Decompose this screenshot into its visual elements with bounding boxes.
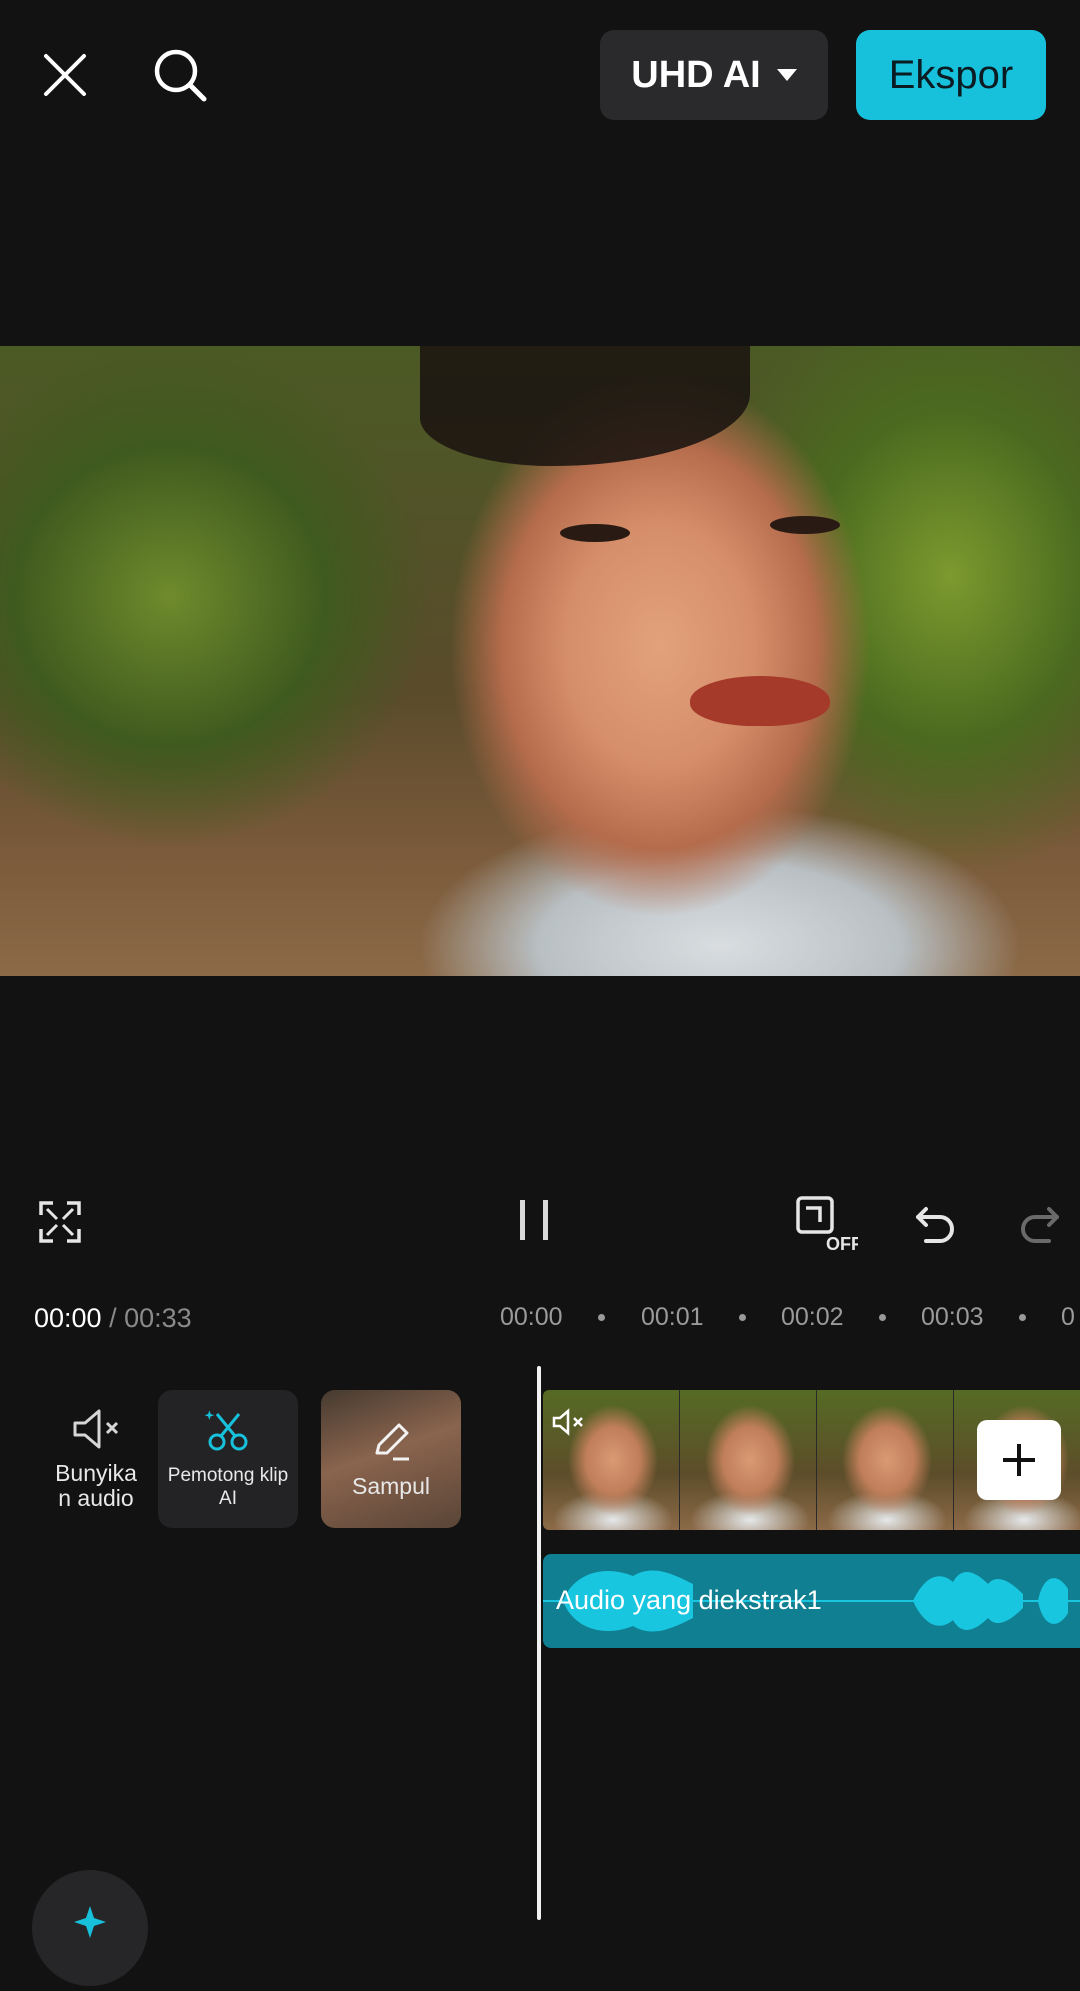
redo-icon <box>1021 1207 1059 1243</box>
quality-label: UHD AI <box>631 53 761 96</box>
preview-subject-hair <box>420 346 750 466</box>
fullscreen-icon <box>39 1201 81 1243</box>
ruler-tick: 00:03 <box>921 1303 984 1331</box>
preview-subject-mouth <box>690 676 830 726</box>
quality-dropdown[interactable]: UHD AI <box>600 30 828 120</box>
keyframe-off-label: OFF <box>826 1234 858 1254</box>
clip-muted-icon <box>552 1408 586 1441</box>
cover-button[interactable]: Sampul <box>321 1390 461 1528</box>
clip-thumbnail <box>680 1390 817 1530</box>
pause-icon <box>520 1200 525 1240</box>
pause-icon <box>543 1200 548 1240</box>
unmute-label-line1: Bunyika <box>55 1460 137 1486</box>
redo-button[interactable] <box>1010 1192 1070 1252</box>
ruler-dot <box>879 1314 886 1321</box>
ruler-tick: 00:00 <box>500 1303 563 1331</box>
ruler-dot <box>739 1314 746 1321</box>
ruler-dot <box>1019 1314 1026 1321</box>
ruler-tick: 00:02 <box>781 1303 844 1331</box>
unmute-audio-button[interactable]: Bunyika n audio <box>26 1390 166 1528</box>
close-icon <box>44 54 86 96</box>
close-button[interactable] <box>30 40 100 110</box>
plus-icon <box>1003 1444 1035 1476</box>
current-time: 00:00 <box>34 1303 102 1333</box>
unmute-label-line2: n audio <box>58 1485 134 1511</box>
undo-button[interactable] <box>905 1192 965 1252</box>
preview-subject-eye <box>560 524 630 542</box>
ai-scissors-icon <box>204 1410 248 1451</box>
chevron-down-icon <box>776 69 797 81</box>
sparkle-icon <box>74 1906 106 1938</box>
total-time: 00:33 <box>124 1303 192 1333</box>
ai-cutter-label-line1: Pemotong klip <box>167 1465 289 1486</box>
fullscreen-button[interactable] <box>30 1192 90 1252</box>
speaker-muted-icon <box>73 1409 119 1449</box>
clip-thumbnail <box>817 1390 954 1530</box>
ai-clip-cutter-button[interactable]: Pemotong klip AI <box>158 1390 298 1528</box>
time-display: 00:00 / 00:33 <box>34 1303 192 1334</box>
search-icon <box>154 49 207 102</box>
ruler-dot <box>598 1314 605 1321</box>
add-clip-button[interactable] <box>977 1420 1061 1500</box>
export-button[interactable]: Ekspor <box>856 30 1046 120</box>
pause-button[interactable] <box>520 1200 564 1244</box>
undo-icon <box>916 1207 954 1243</box>
video-preview[interactable] <box>0 346 1080 976</box>
cover-label: Sampul <box>352 1472 430 1499</box>
ai-cutter-label-line2: AI <box>219 1488 237 1509</box>
ruler-tick: 00:01 <box>641 1303 704 1331</box>
ai-assistant-button[interactable] <box>32 1870 148 1986</box>
ruler-tick: 0 <box>1061 1303 1075 1331</box>
preview-subject-eye <box>770 516 840 534</box>
search-button[interactable] <box>145 40 215 110</box>
time-separator: / <box>109 1303 117 1333</box>
pencil-icon <box>375 1423 409 1460</box>
keyframe-toggle[interactable]: OFF <box>790 1188 860 1258</box>
audio-track-label: Audio yang diekstrak1 <box>556 1585 822 1615</box>
playhead[interactable] <box>537 1366 541 1920</box>
keyframe-off-icon: OFF <box>796 1196 858 1254</box>
